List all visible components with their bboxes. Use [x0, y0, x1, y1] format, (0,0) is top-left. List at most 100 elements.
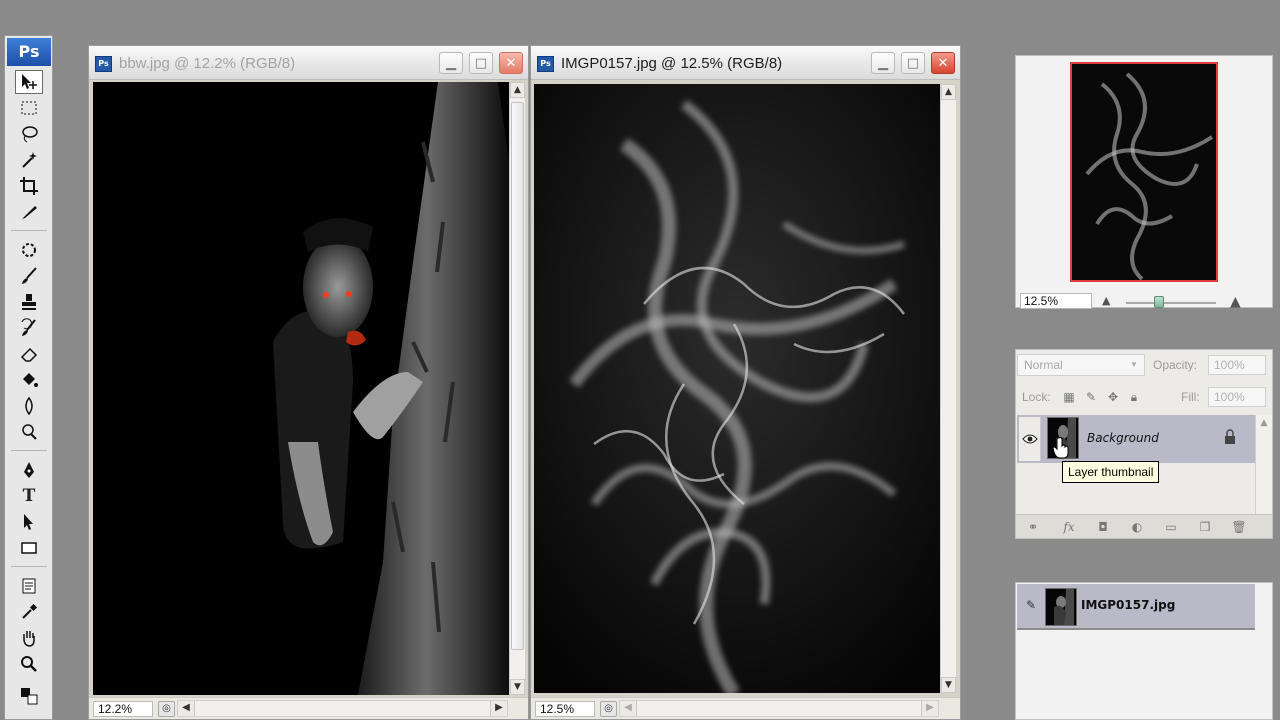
- crop-tool[interactable]: [15, 174, 43, 198]
- history-brush-source-icon[interactable]: ✎: [1021, 598, 1041, 616]
- close-button[interactable]: ✕: [931, 52, 955, 74]
- document-window-imgp0157[interactable]: Ps IMGP0157.jpg @ 12.5% (RGB/8) ▁ □ ✕ ▲ …: [530, 45, 961, 720]
- opacity-field[interactable]: 100%: [1208, 355, 1266, 375]
- lasso-tool[interactable]: [15, 122, 43, 146]
- blur-icon: [25, 396, 33, 416]
- tooltip: Layer thumbnail: [1062, 461, 1160, 483]
- lock-all-icon[interactable]: 🔒︎: [1126, 389, 1142, 405]
- maximize-button[interactable]: □: [469, 52, 493, 74]
- document-title: IMGP0157.jpg @ 12.5% (RGB/8): [561, 55, 783, 72]
- navigator-slider-thumb[interactable]: [1154, 296, 1164, 308]
- close-icon: ✕: [505, 55, 517, 71]
- history-snapshot-row[interactable]: ✎ IMGP0157.jpg: [1017, 584, 1255, 630]
- status-menu-button[interactable]: ◎: [158, 701, 175, 717]
- zoom-icon: [21, 656, 37, 672]
- paint-bucket-tool[interactable]: [15, 368, 43, 392]
- document-title: bbw.jpg @ 12.2% (RGB/8): [119, 55, 296, 72]
- brush-tool[interactable]: [15, 264, 43, 288]
- zoom-tool[interactable]: [15, 652, 43, 676]
- vertical-scrollbar[interactable]: ▲ ▼: [509, 82, 525, 695]
- new-group-icon[interactable]: ▭: [1162, 519, 1180, 535]
- document-statusbar: 12.2% ◎ ◀ ▶: [89, 697, 528, 719]
- layer-mask-icon[interactable]: ◘: [1094, 519, 1112, 535]
- horizontal-scrollbar[interactable]: ◀ ▶: [619, 700, 939, 717]
- hand-tool[interactable]: [15, 626, 43, 650]
- document-titlebar[interactable]: Ps bbw.jpg @ 12.2% (RGB/8) ▁ □ ✕: [89, 46, 528, 80]
- snapshot-thumbnail-image: [1046, 589, 1076, 625]
- layers-scrollbar[interactable]: ▲: [1255, 415, 1272, 514]
- notes-tool[interactable]: [15, 574, 43, 598]
- fill-field[interactable]: 100%: [1208, 387, 1266, 407]
- history-brush-tool[interactable]: [15, 316, 43, 340]
- maximize-button[interactable]: □: [901, 52, 925, 74]
- zoom-in-icon[interactable]: ▲: [1230, 294, 1241, 310]
- vertical-scrollbar[interactable]: ▲ ▼: [940, 84, 956, 693]
- document-canvas[interactable]: [534, 84, 940, 693]
- clone-stamp-tool[interactable]: [15, 290, 43, 314]
- fill-label: Fill:: [1181, 390, 1200, 404]
- magic-wand-icon: [22, 152, 37, 168]
- minimize-button[interactable]: ▁: [439, 52, 463, 74]
- hand-icon: [23, 631, 35, 647]
- scroll-left-button[interactable]: ◀: [178, 701, 195, 716]
- layers-footer: ⚭ fx ◘ ◐ ▭ ❐ 🗑︎: [1016, 514, 1272, 538]
- maximize-icon: □: [474, 55, 488, 71]
- type-tool[interactable]: T: [15, 484, 43, 508]
- scroll-thumb[interactable]: [511, 102, 524, 650]
- scroll-up-button[interactable]: ▲: [941, 84, 956, 100]
- horizontal-scrollbar[interactable]: ◀ ▶: [177, 700, 508, 717]
- navigator-zoom-field[interactable]: 12.5%: [1020, 293, 1092, 309]
- magic-wand-tool[interactable]: [15, 148, 43, 172]
- dodge-tool[interactable]: [15, 420, 43, 444]
- scroll-down-button[interactable]: ▼: [510, 679, 525, 695]
- move-tool[interactable]: [15, 70, 43, 94]
- marquee-tool[interactable]: [15, 96, 43, 120]
- eraser-tool[interactable]: [15, 342, 43, 366]
- zoom-field[interactable]: 12.2%: [93, 701, 153, 717]
- close-icon: ✕: [937, 55, 949, 71]
- maximize-icon: □: [906, 55, 920, 71]
- document-statusbar: 12.5% ◎ ◀ ▶: [531, 697, 960, 719]
- pen-tool[interactable]: [15, 458, 43, 482]
- blur-tool[interactable]: [15, 394, 43, 418]
- zoom-field[interactable]: 12.5%: [535, 701, 595, 717]
- notes-icon: [22, 578, 36, 594]
- path-selection-tool[interactable]: [15, 510, 43, 534]
- smoke-photo: [534, 84, 940, 693]
- lock-transparency-icon[interactable]: ▦: [1061, 389, 1077, 405]
- blend-mode-value: Normal: [1024, 358, 1063, 372]
- new-layer-icon[interactable]: ❐: [1196, 519, 1214, 535]
- scroll-up-button[interactable]: ▲: [510, 82, 525, 98]
- lock-position-icon[interactable]: ✥: [1105, 389, 1121, 405]
- navigator-preview[interactable]: [1070, 62, 1218, 282]
- document-window-bbw[interactable]: Ps bbw.jpg @ 12.2% (RGB/8) ▁ □ ✕ ▲ ▼ 12.…: [88, 45, 529, 720]
- scroll-down-button[interactable]: ▼: [941, 677, 956, 693]
- marquee-icon: [21, 101, 37, 115]
- document-canvas[interactable]: [93, 82, 509, 695]
- eyedropper-tool[interactable]: [15, 600, 43, 624]
- document-titlebar[interactable]: Ps IMGP0157.jpg @ 12.5% (RGB/8) ▁ □ ✕: [531, 46, 960, 80]
- blend-mode-select[interactable]: Normal ▼: [1017, 354, 1145, 376]
- healing-tool[interactable]: [15, 238, 43, 262]
- close-button[interactable]: ✕: [499, 52, 523, 74]
- photoshop-logo[interactable]: Ps: [7, 38, 51, 66]
- scroll-left-button[interactable]: ◀: [620, 701, 637, 716]
- adjustment-layer-icon[interactable]: ◐: [1128, 519, 1146, 535]
- layer-name[interactable]: Background: [1087, 431, 1159, 445]
- scroll-right-button[interactable]: ▶: [921, 701, 938, 716]
- link-layers-icon[interactable]: ⚭: [1024, 519, 1042, 535]
- trash-icon[interactable]: 🗑︎: [1230, 519, 1248, 535]
- shape-tool[interactable]: [15, 536, 43, 560]
- color-swatches[interactable]: [15, 684, 43, 708]
- history-brush-icon: [21, 318, 36, 336]
- layer-visibility-toggle[interactable]: [1019, 417, 1041, 461]
- status-menu-button[interactable]: ◎: [600, 701, 617, 717]
- lock-image-icon[interactable]: ✎: [1083, 389, 1099, 405]
- layer-style-icon[interactable]: fx: [1060, 519, 1078, 535]
- slice-tool[interactable]: [15, 200, 43, 224]
- minimize-button[interactable]: ▁: [871, 52, 895, 74]
- navigator-zoom-slider[interactable]: [1126, 302, 1216, 304]
- scroll-right-button[interactable]: ▶: [490, 701, 507, 716]
- scroll-up-button[interactable]: ▲: [1256, 415, 1272, 431]
- zoom-out-icon[interactable]: ▲: [1102, 294, 1110, 307]
